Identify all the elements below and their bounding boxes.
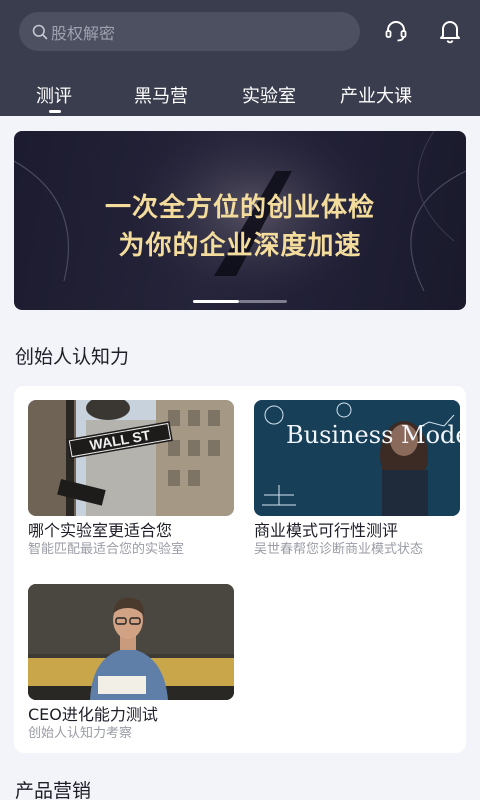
business-model-image: Business Model <box>254 400 460 516</box>
carousel-dot-active <box>193 300 239 303</box>
promo-banner[interactable]: 一次全方位的创业体检 为你的企业深度加速 <box>14 131 466 310</box>
carousel-dot <box>239 300 287 303</box>
business-model-chalk-text: Business Model <box>286 421 460 449</box>
list-item-business-model[interactable]: Business Model 商业模式可行性测评 吴世春帮您诊断商业模式状态 <box>254 400 460 557</box>
top-header: 股权解密 测评 黑马营 实验室 产业大课 <box>0 0 480 116</box>
banner-headline-2: 为你的企业深度加速 <box>118 231 362 261</box>
list-item-ceo-evolution[interactable]: CEO进化能力测试 创始人认知力考察 <box>28 584 234 741</box>
tab-bar: 测评 黑马营 实验室 产业大课 <box>0 78 480 116</box>
banner-headline-1: 一次全方位的创业体检 <box>104 193 375 223</box>
search-icon <box>32 24 48 39</box>
founder-cognition-panel: WALL ST 哪个实验室更适合您 智能匹配最适合您的实验室 Business … <box>14 386 466 753</box>
list-item-lab-match[interactable]: WALL ST 哪个实验室更适合您 智能匹配最适合您的实验室 <box>28 400 234 557</box>
section-title-product-marketing: 产品营销 <box>15 780 92 800</box>
tab-industry-course[interactable]: 产业大课 <box>340 82 412 108</box>
section-title-founder-cognition: 创始人认知力 <box>15 346 130 368</box>
search-placeholder: 股权解密 <box>51 23 116 43</box>
item-subtitle: 吴世春帮您诊断商业模式状态 <box>254 542 424 557</box>
bell-icon[interactable] <box>435 16 465 46</box>
tab-darkhorse-camp[interactable]: 黑马营 <box>134 82 188 108</box>
headset-icon[interactable] <box>381 16 411 46</box>
tab-evaluation[interactable]: 测评 <box>36 82 72 108</box>
active-tab-indicator <box>49 110 61 113</box>
item-subtitle: 创始人认知力考察 <box>28 726 133 741</box>
carousel-indicator <box>193 300 287 303</box>
item-subtitle: 智能匹配最适合您的实验室 <box>28 542 185 557</box>
wall-street-image: WALL ST <box>28 400 234 516</box>
tab-laboratory[interactable]: 实验室 <box>242 82 296 108</box>
ceo-portrait-image <box>28 584 234 700</box>
search-bar[interactable]: 股权解密 <box>19 12 360 51</box>
